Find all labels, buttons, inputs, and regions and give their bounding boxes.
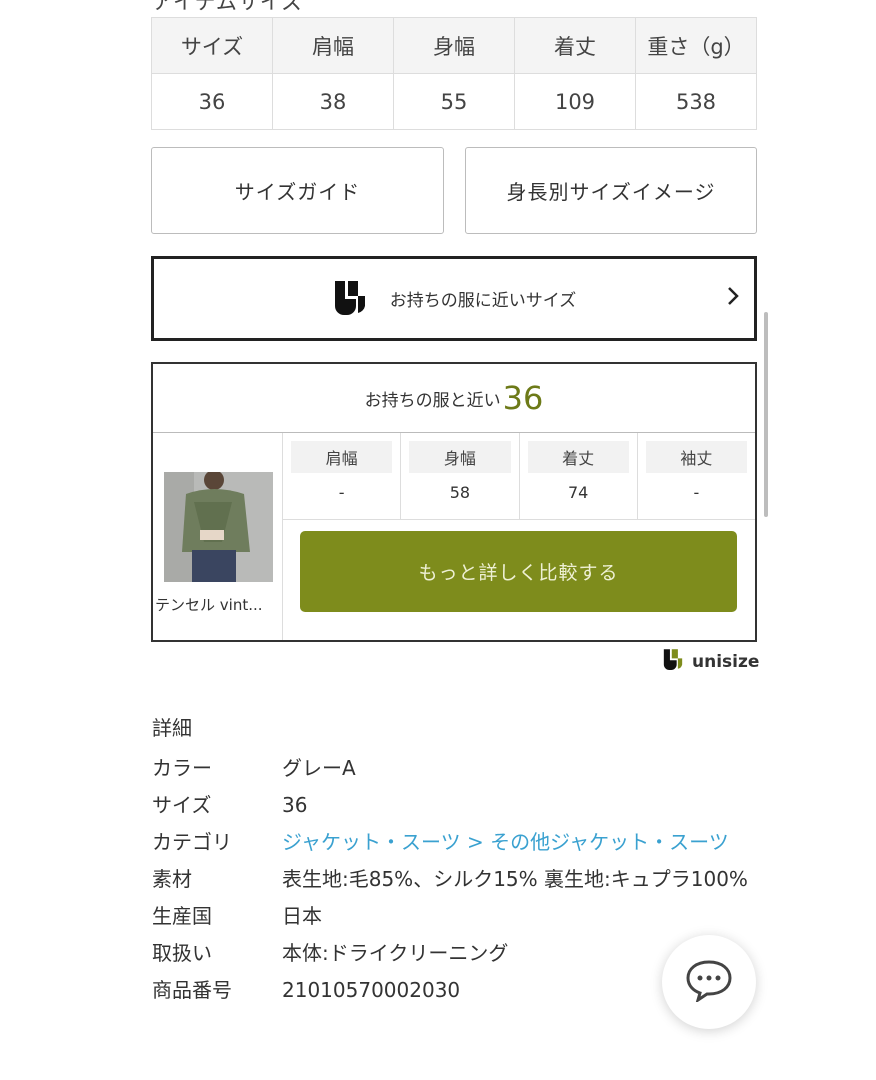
- detail-row-material: 素材 表生地:毛85%、シルク15% 裏生地:キュプラ100%: [152, 861, 762, 898]
- detail-key: 素材: [152, 867, 192, 891]
- size-table-header-row: サイズ 肩幅 身幅 着丈 重さ（g）: [151, 17, 757, 74]
- detail-key: サイズ: [152, 793, 212, 817]
- compare-column: 着丈 74: [520, 433, 638, 519]
- size-table-cell: 109: [514, 73, 636, 130]
- detail-row-color: カラー グレーA: [152, 750, 762, 787]
- size-table-cell: 538: [635, 73, 757, 130]
- chat-bubble-icon: [684, 958, 734, 1006]
- chevron-right-icon: [726, 285, 740, 313]
- compare-column-label: 着丈: [527, 441, 629, 473]
- compare-column-value: -: [693, 483, 700, 502]
- compare-in-detail-button[interactable]: もっと詳しく比較する: [300, 531, 737, 612]
- unisize-powered-by[interactable]: unisize: [662, 648, 759, 675]
- category-link-jacket-suit[interactable]: ジャケット・スーツ: [282, 830, 461, 854]
- size-table-cell: 36: [151, 73, 273, 130]
- detail-key: カラー: [152, 756, 212, 780]
- size-compare-panel: お持ちの服と近い 36 テンセル vint... 肩幅 - 身幅 58 着丈 7…: [151, 362, 757, 642]
- unisize-logo-icon: [332, 279, 368, 319]
- compare-column-value: 58: [449, 483, 471, 502]
- size-table-cell: 38: [272, 73, 394, 130]
- unisize-similar-size-banner[interactable]: お持ちの服に近いサイズ: [151, 256, 757, 341]
- size-table-header: 肩幅: [272, 17, 394, 74]
- unisize-banner-label: お持ちの服に近いサイズ: [389, 291, 577, 311]
- detail-value-category: ジャケット・スーツ > その他ジャケット・スーツ: [282, 824, 762, 861]
- detail-key: 商品番号: [152, 978, 232, 1002]
- detail-value: グレーA: [282, 756, 356, 780]
- unisize-logo-text: unisize: [692, 651, 760, 672]
- size-table-header: 着丈: [514, 17, 636, 74]
- size-table-header: サイズ: [151, 17, 273, 74]
- owned-item-thumbnail: [164, 472, 273, 582]
- chat-button[interactable]: [662, 935, 756, 1029]
- compare-column-value: 74: [567, 483, 589, 502]
- compare-column: 肩幅 -: [283, 433, 402, 519]
- compare-column: 袖丈 -: [638, 433, 755, 519]
- compare-heading: お持ちの服と近い 36: [153, 364, 755, 433]
- category-link-other-jacket-suit[interactable]: その他ジャケット・スーツ: [490, 830, 729, 854]
- details-title: 詳細: [152, 716, 192, 740]
- section-heading: アイテムサイズ: [152, 0, 304, 14]
- size-guide-button[interactable]: サイズガイド: [151, 147, 444, 234]
- detail-row-origin: 生産国 日本: [152, 898, 762, 935]
- compare-column-value: -: [338, 483, 345, 502]
- size-table: サイズ 肩幅 身幅 着丈 重さ（g） 36 38 55 109 538: [151, 17, 757, 130]
- compare-column-label: 身幅: [409, 441, 511, 473]
- detail-value: 36: [282, 793, 308, 817]
- compare-column-label: 袖丈: [645, 441, 747, 473]
- scrollbar-thumb[interactable]: [764, 312, 768, 517]
- compare-column-label: 肩幅: [291, 441, 393, 473]
- size-table-row: 36 38 55 109 538: [151, 73, 757, 130]
- owned-item-caption: テンセル vint...: [155, 596, 263, 614]
- size-table-header: 身幅: [393, 17, 515, 74]
- owned-item-card[interactable]: テンセル vint...: [153, 433, 283, 640]
- detail-value: 表生地:毛85%、シルク15% 裏生地:キュプラ100%: [282, 867, 748, 891]
- compare-heading-text: お持ちの服と近い: [364, 390, 501, 411]
- size-table-cell: 55: [393, 73, 515, 130]
- detail-key: カテゴリ: [152, 830, 232, 854]
- compare-measurements: 肩幅 - 身幅 58 着丈 74 袖丈 -: [283, 433, 755, 520]
- category-separator: >: [460, 830, 491, 854]
- size-table-header: 重さ（g）: [635, 17, 757, 74]
- detail-row-category: カテゴリ ジャケット・スーツ > その他ジャケット・スーツ: [152, 824, 762, 861]
- compare-heading-size: 36: [502, 379, 544, 417]
- unisize-logo-small-icon: [662, 648, 692, 675]
- height-size-image-button[interactable]: 身長別サイズイメージ: [465, 147, 757, 234]
- compare-column: 身幅 58: [401, 433, 520, 519]
- detail-key: 生産国: [152, 904, 212, 928]
- detail-value: 日本: [282, 904, 322, 928]
- detail-row-size: サイズ 36: [152, 787, 762, 824]
- detail-key: 取扱い: [152, 941, 212, 965]
